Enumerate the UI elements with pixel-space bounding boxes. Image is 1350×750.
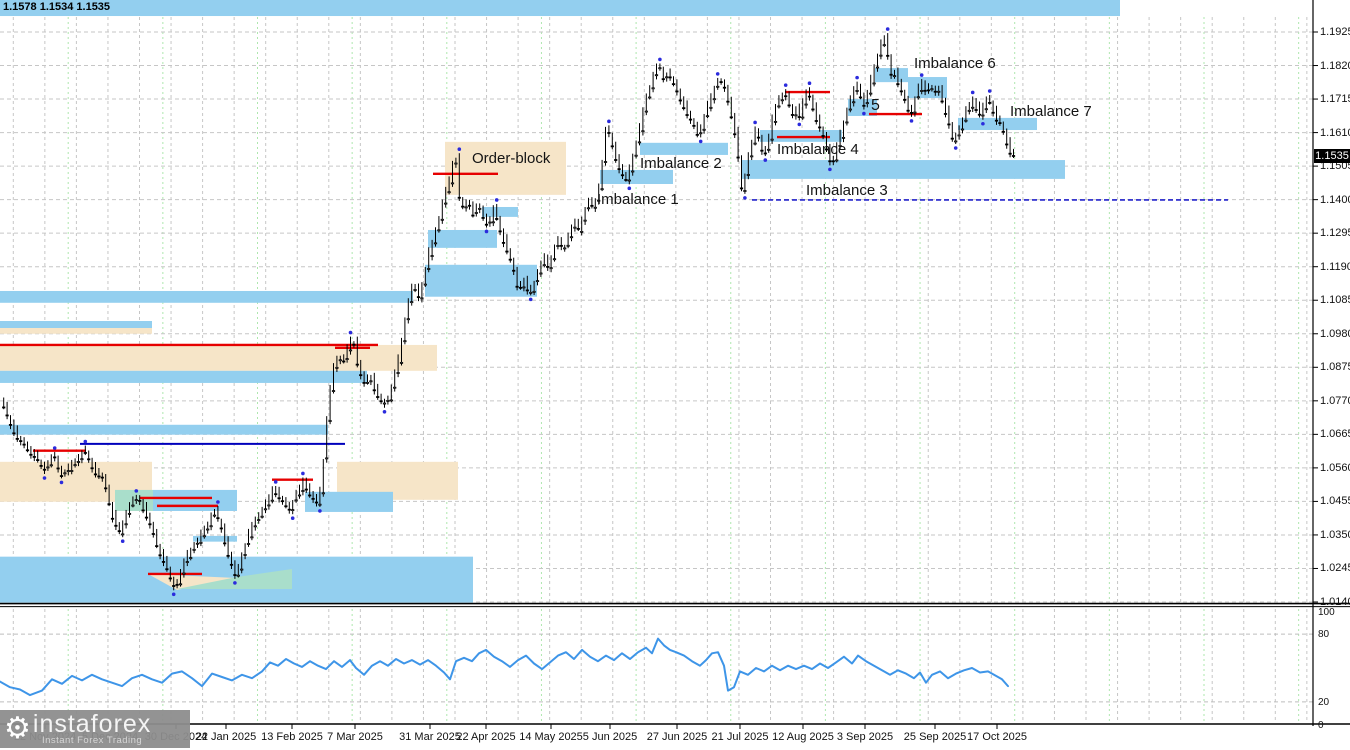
price-axis-label: 1.0245 [1320,562,1350,574]
price-axis-label: 1.1925 [1320,26,1350,38]
chart-window: 1.1578 1.1534 1.1535 Order-block Imbalanc… [0,0,1350,750]
price-axis-label: 1.1400 [1320,194,1350,206]
chart-annotation-label: Imbalance 6 [914,55,996,72]
price-axis-label: 1.1820 [1320,60,1350,72]
date-axis-label: 25 Sep 2025 [904,731,966,743]
date-axis-label: 21 Jul 2025 [712,731,769,743]
candlestick-chart[interactable] [0,0,1350,750]
date-axis-label: 27 Jun 2025 [647,731,708,743]
oscillator-axis-label: 0 [1318,720,1324,731]
chart-annotation-label: Imbalance 1 [597,191,679,208]
price-axis-label: 1.0665 [1320,428,1350,440]
price-axis-label: 1.0980 [1320,328,1350,340]
oscillator-axis-label: 80 [1318,629,1329,640]
price-axis-label: 1.0350 [1320,529,1350,541]
chart-annotation-label: Imbalance 2 [640,155,722,172]
chart-annotation-label: Imbalance 3 [806,182,888,199]
price-axis-label: 1.1715 [1320,93,1350,105]
date-axis-label: 13 Feb 2025 [261,731,323,743]
chart-annotation-label: 5 [871,97,880,115]
date-axis-label: 5 Jun 2025 [583,731,637,743]
current-price-tag: 1.1535 [1314,149,1350,163]
chart-annotation-label: Imbalance 4 [777,141,859,158]
instaforex-watermark: ⚙ instaforex Instant Forex Trading [0,710,190,748]
gear-logo-icon: ⚙ [4,712,31,746]
oscillator-axis-label: 100 [1318,607,1335,618]
price-axis-label: 1.0770 [1320,395,1350,407]
date-axis-label: 14 May 2025 [519,731,583,743]
date-axis-label: 22 Jan 2025 [196,731,257,743]
brand-name: instaforex [33,713,151,735]
date-axis-label: 7 Mar 2025 [327,731,383,743]
watermark-text: instaforex Instant Forex Trading [33,713,151,746]
date-axis-label: 17 Oct 2025 [967,731,1027,743]
price-axis-label: 1.0455 [1320,495,1350,507]
date-axis-label: 22 Apr 2025 [456,731,515,743]
quote-ticker: 1.1578 1.1534 1.1535 [3,1,110,13]
date-axis-label: 3 Sep 2025 [837,731,893,743]
price-axis-label: 1.1190 [1320,261,1350,273]
chart-annotation-label: Order-block [472,150,550,167]
chart-annotation-label: Imbalance 7 [1010,103,1092,120]
current-price-value: 1.1535 [1315,150,1349,162]
price-axis-label: 1.0560 [1320,462,1350,474]
date-axis-label: 31 Mar 2025 [399,731,461,743]
oscillator-axis-label: 20 [1318,697,1329,708]
price-axis-label: 1.1295 [1320,227,1350,239]
price-axis-label: 1.1085 [1320,294,1350,306]
price-axis-label: 1.1610 [1320,127,1350,139]
price-axis-label: 1.0875 [1320,361,1350,373]
date-axis-label: 12 Aug 2025 [772,731,834,743]
brand-tagline: Instant Forex Trading [42,735,142,746]
